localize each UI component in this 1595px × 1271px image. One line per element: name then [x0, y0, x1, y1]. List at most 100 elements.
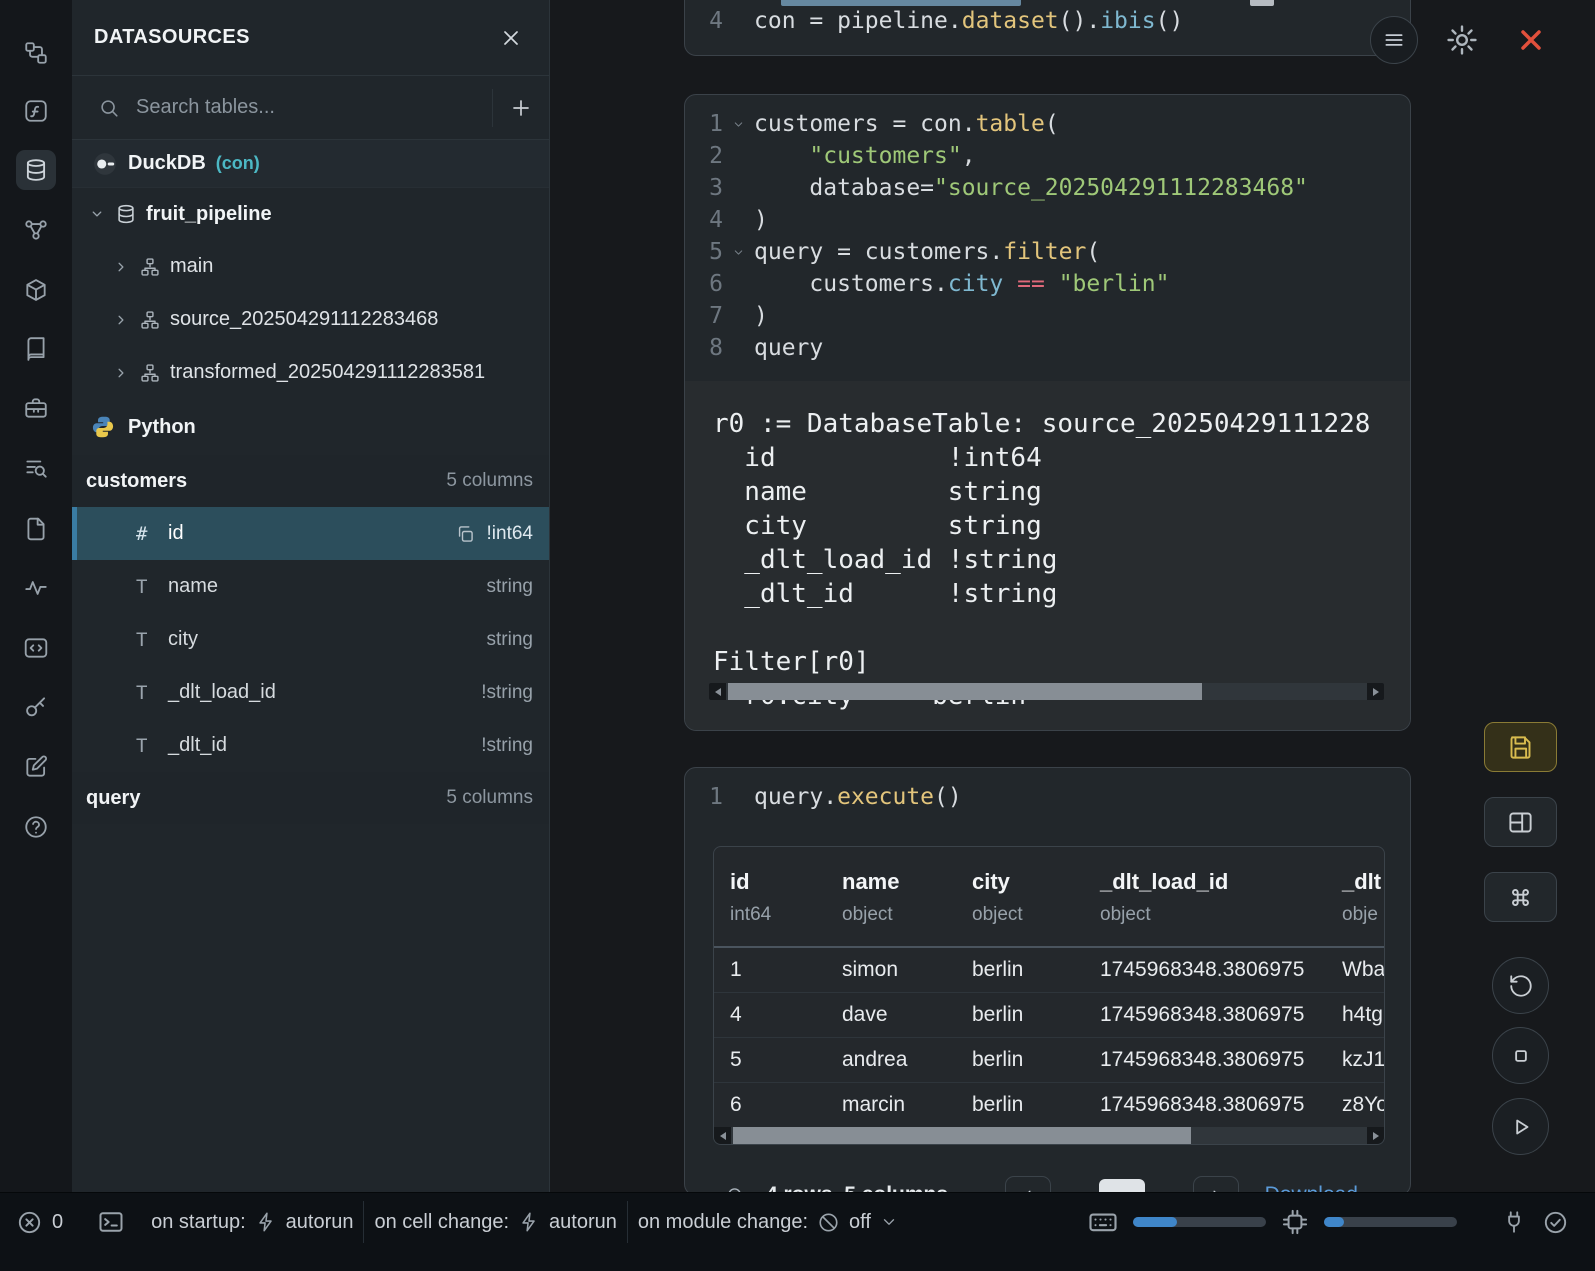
scroll-right-button[interactable] [1367, 683, 1384, 700]
line-number: 6 [685, 268, 723, 300]
on-startup-value: autorun [286, 1211, 354, 1234]
tree-icon[interactable] [16, 33, 56, 73]
code-line: 4con = pipeline.dataset().ibis() [685, 5, 1410, 37]
search-input[interactable] [136, 96, 492, 119]
table-row[interactable]: 4daveberlin1745968348.3806975h4tg [714, 992, 1385, 1037]
layout-button[interactable] [1484, 797, 1557, 847]
engine-name: DuckDB [128, 152, 206, 175]
menu-icon [1381, 27, 1407, 53]
copy-icon[interactable] [455, 524, 475, 544]
code-line: 5query = customers.filter( [685, 236, 1410, 268]
save-icon [1507, 734, 1534, 761]
code-icon[interactable] [16, 628, 56, 668]
python-logo-icon [90, 414, 116, 440]
fold-chevron-icon[interactable] [723, 108, 754, 140]
add-datasource-button[interactable] [493, 76, 549, 139]
field-type: string [487, 629, 533, 651]
list-search-icon[interactable] [16, 448, 56, 488]
autorun-off-icon [817, 1211, 840, 1234]
scroll-right-button[interactable] [1367, 1127, 1384, 1144]
cell-output: r0 := DatabaseTable: source_202504291112… [685, 381, 1410, 730]
field-row-name[interactable]: Tnamestring [72, 560, 549, 613]
scrollbar-thumb[interactable] [733, 1127, 1191, 1144]
field-row-_dlt_load_id[interactable]: T_dlt_load_id!string [72, 666, 549, 719]
chevron-down-icon [88, 205, 106, 223]
keyboard-slider[interactable] [1133, 1217, 1266, 1227]
close-panel-button[interactable] [499, 26, 523, 50]
line-number: 3 [685, 172, 723, 204]
column-header-name[interactable]: nameobject [826, 847, 956, 947]
save-button[interactable] [1484, 722, 1557, 772]
on-module-change-setting[interactable]: on module change: off [638, 1211, 898, 1234]
column-header-_dlt_load_id[interactable]: _dlt_load_idobject [1084, 847, 1326, 947]
database-icon[interactable] [16, 150, 56, 190]
terminal-button[interactable] [97, 1208, 125, 1236]
command-palette-button[interactable] [1484, 872, 1557, 922]
schema-row-source_202504291112283468[interactable]: source_202504291112283468 [72, 293, 549, 346]
on-startup-label: on startup: [151, 1211, 246, 1234]
key-icon[interactable] [16, 687, 56, 727]
divider [363, 1201, 364, 1243]
scroll-left-button[interactable] [714, 1127, 731, 1144]
toolbox-icon[interactable] [16, 388, 56, 428]
error-indicator[interactable]: 0 [16, 1209, 63, 1236]
schema-name: transformed_202504291112283581 [170, 361, 485, 384]
code-editor[interactable]: 4con = pipeline.dataset().ibis() [685, 5, 1410, 37]
column-header-city[interactable]: cityobject [956, 847, 1084, 947]
on-cell-change-value: autorun [549, 1211, 617, 1234]
schema-row-transformed_202504291112283581[interactable]: transformed_202504291112283581 [72, 346, 549, 399]
column-header-_dlt[interactable]: _dltobje [1326, 847, 1385, 947]
field-row-city[interactable]: Tcitystring [72, 613, 549, 666]
horizontal-scrollbar[interactable] [714, 1127, 1384, 1144]
status-ok-icon[interactable] [1542, 1209, 1569, 1236]
activity-icon[interactable] [16, 568, 56, 608]
connection-icon[interactable] [1501, 1209, 1527, 1235]
table-row[interactable]: 5andreaberlin1745968348.3806975kzJ1 [714, 1037, 1385, 1082]
graph-icon[interactable] [16, 210, 56, 250]
book-icon[interactable] [16, 329, 56, 369]
edit-icon[interactable] [16, 747, 56, 787]
settings-button[interactable] [1445, 22, 1481, 58]
code-editor[interactable]: 1customers = con.table(2 "customers",3 d… [685, 95, 1410, 364]
dataframe-viewer: idint64nameobjectcityobject_dlt_load_ido… [713, 846, 1385, 1145]
fold-chevron-icon[interactable] [723, 236, 754, 268]
memory-usage-bar[interactable] [1324, 1217, 1457, 1227]
cpu-chip-icon[interactable] [1281, 1208, 1309, 1236]
run-button[interactable] [1492, 1098, 1549, 1155]
schema-icon [140, 363, 160, 383]
on-startup-setting[interactable]: on startup: autorun [151, 1211, 353, 1234]
database-row-fruit-pipeline[interactable]: fruit_pipeline [72, 188, 549, 240]
field-row-_dlt_id[interactable]: T_dlt_id!string [72, 719, 549, 772]
keyboard-icon[interactable] [1088, 1207, 1118, 1237]
field-type: string [487, 576, 533, 598]
python-runtime-row[interactable]: Python [72, 399, 549, 455]
help-icon[interactable] [16, 807, 56, 847]
horizontal-scrollbar[interactable] [709, 683, 1384, 700]
function-icon[interactable] [16, 91, 56, 131]
table-row[interactable]: 1simonberlin1745968348.3806975Wba [714, 947, 1385, 992]
stop-button[interactable] [1492, 1027, 1549, 1084]
notebook-menu-button[interactable] [1370, 16, 1418, 64]
gear-icon [1445, 23, 1479, 57]
field-row-id[interactable]: #id!int64 [72, 507, 549, 560]
table-row-customers[interactable]: customers5 columns [72, 455, 549, 507]
package-icon[interactable] [16, 270, 56, 310]
code-editor[interactable]: 1query.execute() [685, 768, 1410, 813]
column-header-id[interactable]: idint64 [714, 847, 826, 947]
file-icon[interactable] [16, 509, 56, 549]
shutdown-button[interactable] [1515, 22, 1551, 58]
duckdb-logo-icon [92, 151, 118, 177]
undo-button[interactable] [1492, 957, 1549, 1014]
scroll-left-button[interactable] [709, 683, 726, 700]
column-count: 5 columns [446, 470, 533, 492]
on-cell-change-setting[interactable]: on cell change: autorun [374, 1211, 616, 1234]
schema-icon [140, 310, 160, 330]
table-row-query[interactable]: query5 columns [72, 772, 549, 824]
database-icon [115, 203, 137, 225]
lightning-icon [255, 1211, 277, 1233]
engine-row-duckdb[interactable]: DuckDB (con) [72, 140, 549, 188]
schema-name: source_202504291112283468 [170, 308, 438, 331]
table-row[interactable]: 6marcinberlin1745968348.3806975z8Yo [714, 1082, 1385, 1127]
scrollbar-thumb[interactable] [728, 683, 1202, 700]
schema-row-main[interactable]: main [72, 240, 549, 293]
